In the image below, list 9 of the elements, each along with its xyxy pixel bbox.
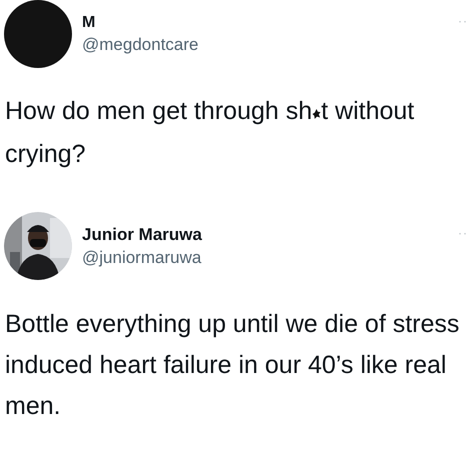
display-name: M: [82, 14, 96, 32]
user-handle: @juniormaruwa: [82, 248, 202, 268]
blot-icon: [312, 107, 322, 120]
tweet-text: How do men get through sh t without crying?: [5, 96, 416, 170]
display-name: Junior Maruwa: [82, 224, 203, 244]
more-options[interactable]: ··: [458, 14, 468, 28]
more-options[interactable]: ··: [458, 226, 468, 240]
user-handle: @megdontcare: [82, 34, 200, 54]
tweet-text: Bottle everything up until we die of stress induced heart failure in our 40’s like real men.: [5, 309, 460, 422]
